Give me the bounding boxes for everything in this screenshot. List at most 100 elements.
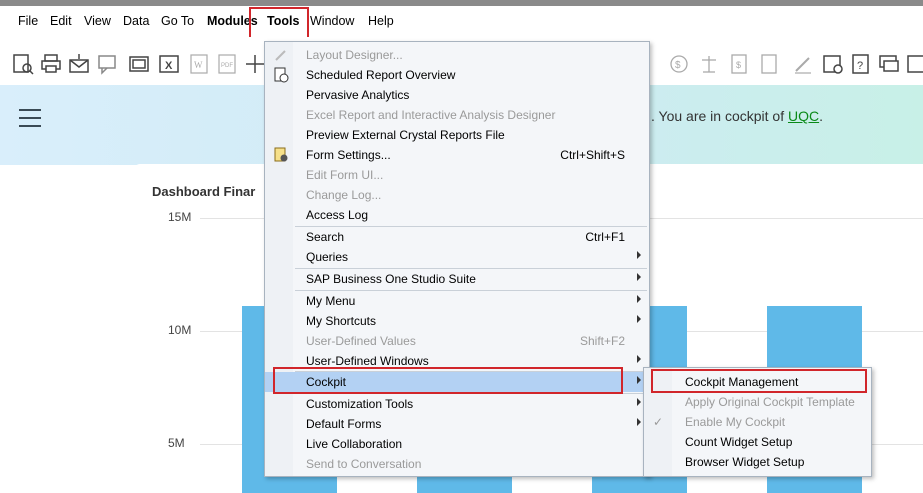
tools-item-access-log[interactable]: Access Log bbox=[265, 205, 649, 225]
y-tick-5m: 5M bbox=[168, 436, 185, 450]
tools-item-layout-designer[interactable]: Layout Designer... bbox=[265, 45, 649, 65]
tools-item-default-forms[interactable]: Default Forms bbox=[265, 414, 649, 434]
cockpit-item-count-widget[interactable]: Count Widget Setup bbox=[644, 432, 871, 452]
tools-item-pervasive-analytics[interactable]: Pervasive Analytics bbox=[265, 85, 649, 105]
tools-item-label: User-Defined Windows bbox=[306, 354, 429, 368]
menu-edit[interactable]: Edit bbox=[50, 14, 72, 28]
cockpit-item-browser-widget[interactable]: Browser Widget Setup bbox=[644, 452, 871, 472]
balance-icon[interactable] bbox=[698, 53, 720, 75]
menu-data[interactable]: Data bbox=[123, 14, 149, 28]
svg-text:$: $ bbox=[675, 60, 681, 71]
submenu-arrow-icon bbox=[637, 376, 641, 384]
submenu-arrow-icon bbox=[637, 315, 641, 323]
tools-item-label: Customization Tools bbox=[306, 397, 414, 411]
tools-item-label: SAP Business One Studio Suite bbox=[306, 272, 476, 286]
currency-icon[interactable]: $ bbox=[668, 53, 690, 75]
tools-item-excel-report-designer[interactable]: Excel Report and Interactive Analysis De… bbox=[265, 105, 649, 125]
tools-item-label: Queries bbox=[306, 250, 349, 264]
report-schedule-icon bbox=[273, 67, 289, 83]
chat-icon[interactable] bbox=[878, 53, 900, 75]
tools-item-label: Scheduled Report Overview bbox=[306, 68, 456, 82]
menu-window[interactable]: Window bbox=[310, 14, 354, 28]
cockpit-item-label: Enable My Cockpit bbox=[685, 415, 786, 429]
cockpit-message-end: . bbox=[819, 108, 823, 124]
email-icon[interactable] bbox=[68, 53, 90, 75]
tools-item-label: Change Log... bbox=[306, 188, 382, 202]
help-document-icon[interactable]: ? bbox=[850, 53, 872, 75]
submenu-arrow-icon bbox=[637, 398, 641, 406]
shortcut-text: Ctrl+F1 bbox=[585, 230, 625, 244]
submenu-arrow-icon bbox=[637, 251, 641, 259]
shortcut-text: Ctrl+Shift+S bbox=[560, 148, 625, 162]
excel-icon[interactable]: X bbox=[158, 53, 180, 75]
svg-text:W: W bbox=[194, 60, 203, 70]
tools-item-scheduled-report-overview[interactable]: Scheduled Report Overview bbox=[265, 65, 649, 85]
y-tick-10m: 10M bbox=[168, 323, 192, 337]
word-icon[interactable]: W bbox=[188, 53, 210, 75]
message-icon[interactable] bbox=[96, 53, 118, 75]
menu-bar: File Edit View Data Go To Modules Tools … bbox=[0, 6, 923, 37]
tools-item-label: My Menu bbox=[306, 294, 356, 308]
tools-item-change-log[interactable]: Change Log... bbox=[265, 185, 649, 205]
tools-item-send-to-conversation[interactable]: Send to Conversation bbox=[265, 454, 649, 474]
tools-highlight-box bbox=[249, 7, 309, 40]
tools-item-label: Search bbox=[306, 230, 345, 244]
cockpit-item-apply-template[interactable]: Apply Original Cockpit Template bbox=[644, 392, 871, 412]
tools-item-label: Pervasive Analytics bbox=[306, 88, 410, 102]
tools-item-user-defined-values[interactable]: User-Defined Values Shift+F2 bbox=[265, 331, 649, 351]
submenu-arrow-icon bbox=[637, 355, 641, 363]
tools-item-label: Preview External Crystal Reports File bbox=[306, 128, 505, 142]
shortcut-text: Shift+F2 bbox=[579, 334, 625, 348]
pdf-icon[interactable]: PDF bbox=[216, 53, 238, 75]
cockpit-item-label: Browser Widget Setup bbox=[685, 455, 805, 469]
settings-form-icon[interactable] bbox=[822, 53, 844, 75]
move-icon[interactable] bbox=[244, 53, 266, 75]
tools-item-label: Edit Form UI... bbox=[306, 168, 384, 182]
cockpit-message: . You are in cockpit of UQC. bbox=[651, 108, 823, 124]
tools-item-edit-form-ui[interactable]: Edit Form UI... bbox=[265, 165, 649, 185]
tools-item-form-settings[interactable]: Form Settings... Ctrl+Shift+S bbox=[265, 145, 649, 165]
svg-text:PDF: PDF bbox=[221, 63, 233, 69]
svg-text:$: $ bbox=[736, 60, 741, 70]
cockpit-name-link[interactable]: UQC bbox=[788, 108, 819, 124]
report-search-icon[interactable] bbox=[12, 53, 34, 75]
tools-item-preview-crystal-reports[interactable]: Preview External Crystal Reports File bbox=[265, 125, 649, 145]
grid-icon[interactable] bbox=[906, 53, 923, 75]
edit-icon[interactable] bbox=[792, 53, 814, 75]
cockpit-highlight-box bbox=[273, 367, 623, 394]
tools-item-live-collaboration[interactable]: Live Collaboration bbox=[265, 434, 649, 454]
svg-text:X: X bbox=[165, 60, 173, 72]
menu-view[interactable]: View bbox=[84, 14, 111, 28]
tools-item-queries[interactable]: Queries bbox=[265, 247, 649, 267]
tools-item-my-shortcuts[interactable]: My Shortcuts bbox=[265, 311, 649, 331]
menu-help[interactable]: Help bbox=[368, 14, 394, 28]
document-icon[interactable] bbox=[758, 53, 780, 75]
cockpit-item-enable-my-cockpit[interactable]: ✓ Enable My Cockpit bbox=[644, 412, 871, 432]
tools-item-label: My Shortcuts bbox=[306, 314, 377, 328]
cockpit-item-label: Count Widget Setup bbox=[685, 435, 793, 449]
tools-item-my-menu[interactable]: My Menu bbox=[265, 291, 649, 311]
dashboard-title: Dashboard Finar bbox=[152, 184, 256, 199]
print-icon[interactable] bbox=[40, 53, 62, 75]
hamburger-menu-icon[interactable] bbox=[19, 109, 41, 127]
tools-item-label: Live Collaboration bbox=[306, 437, 403, 451]
submenu-arrow-icon bbox=[637, 295, 641, 303]
layout-icon[interactable] bbox=[128, 53, 150, 75]
tools-item-label: Form Settings... bbox=[306, 148, 391, 162]
tools-item-label: Excel Report and Interactive Analysis De… bbox=[306, 108, 556, 122]
cockpit-management-highlight-box bbox=[651, 369, 867, 393]
tools-item-label: User-Defined Values bbox=[306, 334, 416, 348]
checkmark-icon: ✓ bbox=[653, 415, 664, 429]
cockpit-item-label: Apply Original Cockpit Template bbox=[685, 395, 855, 409]
submenu-arrow-icon bbox=[637, 273, 641, 281]
tools-item-customization-tools[interactable]: Customization Tools bbox=[265, 394, 649, 414]
tools-item-search[interactable]: Search Ctrl+F1 bbox=[265, 227, 649, 247]
svg-text:?: ? bbox=[857, 60, 863, 72]
menu-file[interactable]: File bbox=[18, 14, 38, 28]
menu-goto[interactable]: Go To bbox=[161, 14, 194, 28]
tools-item-label: Access Log bbox=[306, 208, 369, 222]
tools-item-studio-suite[interactable]: SAP Business One Studio Suite bbox=[265, 269, 649, 289]
submenu-arrow-icon bbox=[637, 418, 641, 426]
pencil-icon bbox=[273, 47, 289, 63]
payment-icon[interactable]: $ bbox=[728, 53, 750, 75]
